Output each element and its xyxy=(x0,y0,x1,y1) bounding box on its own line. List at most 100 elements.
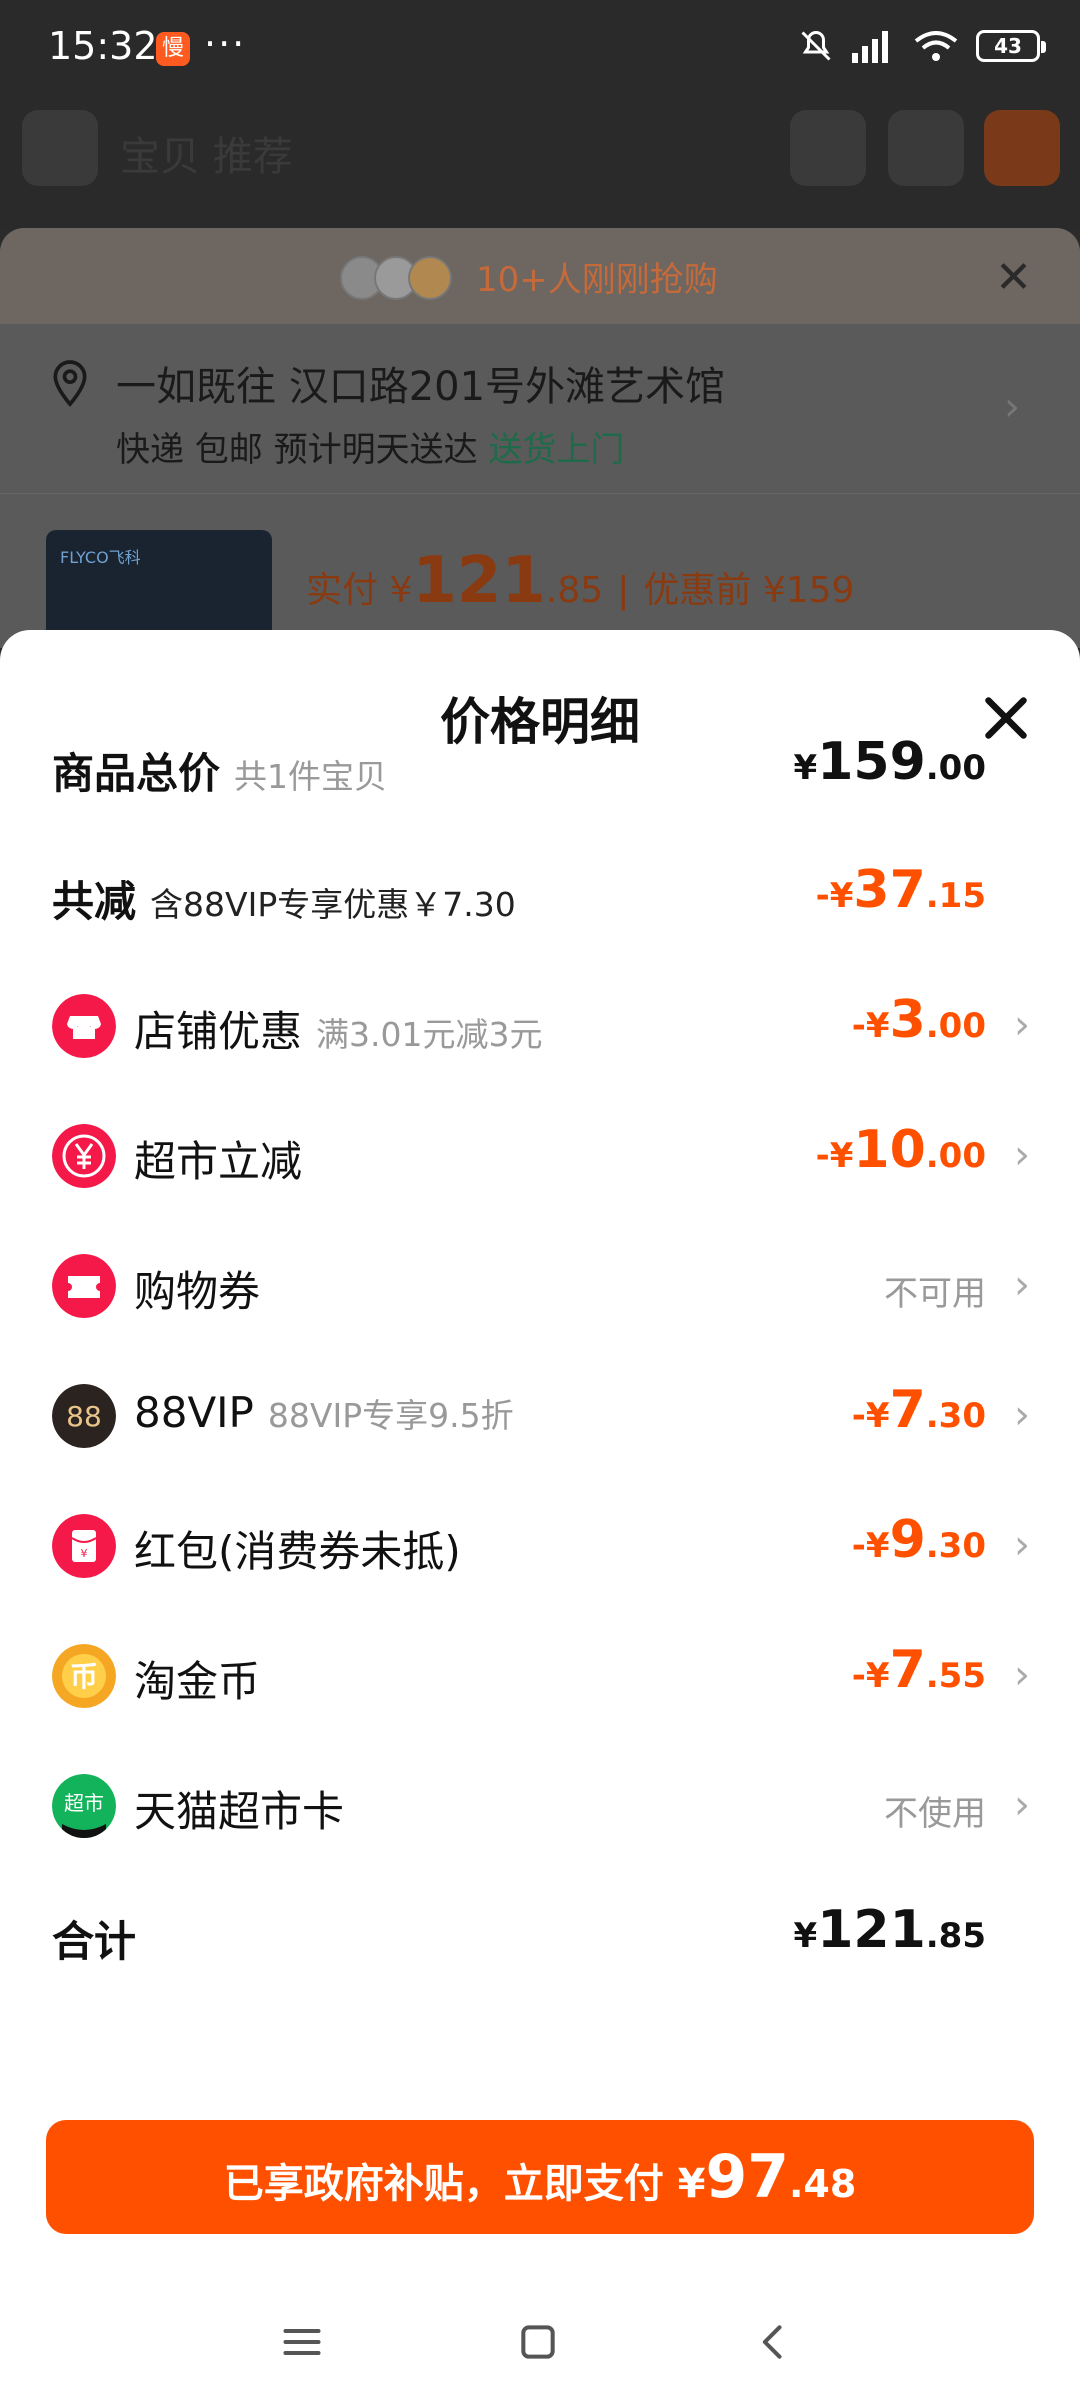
shopping-coupon-row[interactable]: 购物券 不可用 › xyxy=(0,1240,1080,1330)
svg-text:88: 88 xyxy=(66,1400,102,1433)
value-int: 159 xyxy=(817,732,926,792)
currency: -¥ xyxy=(851,1526,890,1566)
pay-amount-int: 97 xyxy=(705,2142,789,2212)
red-packet-row[interactable]: ¥ 红包(消费券未抵) -¥9.30 › xyxy=(0,1500,1080,1590)
row-value: -¥9.30 xyxy=(852,1510,986,1570)
address-section[interactable]: 一如既往 汉口路201号外滩艺术馆 快递 包邮 预计明天送达 送货上门 › xyxy=(0,324,1080,494)
delivery-highlight: 送货上门 xyxy=(488,430,625,470)
pay-button-text: 已享政府补贴，立即支付 ¥ xyxy=(223,2161,706,2207)
row-label: 88VIP 88VIP专享9.5折 xyxy=(134,1388,514,1437)
row-label-text: 共减 xyxy=(52,877,137,926)
row-label-text: 淘金币 xyxy=(134,1657,261,1706)
row-label-text: 购物券 xyxy=(134,1267,261,1316)
location-pin-icon xyxy=(53,360,87,407)
coin-icon: 币 xyxy=(52,1644,116,1708)
row-sub: 含88VIP专享优惠￥7.30 xyxy=(150,885,516,924)
row-status: 不可用 xyxy=(884,1274,986,1314)
ticket-icon xyxy=(52,1254,116,1318)
value-int: 9 xyxy=(889,1510,926,1570)
tmall-supermarket-icon: 超市 xyxy=(52,1774,116,1838)
price-detail-sheet: 价格明细 商品总价 共1件宝贝 ¥159.00 共减 含88VIP专享优惠￥7.30… xyxy=(0,630,1080,2400)
row-label-text: 合计 xyxy=(52,1917,137,1966)
pay-amount-dec: .48 xyxy=(788,2162,857,2206)
row-label: 红包(消费券未抵) xyxy=(134,1518,461,1579)
row-label: 共减 含88VIP专享优惠￥7.30 xyxy=(52,868,516,929)
value-dec: .85 xyxy=(925,1916,986,1956)
total-discount-row: 共减 含88VIP专享优惠￥7.30 -¥37.15 xyxy=(0,850,1080,940)
cart-button[interactable] xyxy=(888,110,964,186)
more-notifications-icon: ··· xyxy=(204,22,247,66)
app-notification-icon: 慢 xyxy=(156,32,190,66)
row-label-text: 天猫超市卡 xyxy=(134,1787,345,1836)
chevron-right-icon: › xyxy=(1014,1522,1030,1568)
row-label: 商品总价 共1件宝贝 xyxy=(52,740,387,801)
chevron-right-icon: › xyxy=(1014,1132,1030,1178)
delivery-info: 快递 包邮 预计明天送达 送货上门 xyxy=(116,422,624,471)
row-sub: 满3.01元减3元 xyxy=(316,1015,543,1054)
back-icon[interactable] xyxy=(752,2320,796,2364)
product-header: 宝贝 推荐 xyxy=(0,100,1080,230)
row-sub: 共1件宝贝 xyxy=(234,757,388,796)
value-dec: .00 xyxy=(925,1006,986,1046)
value-dec: .30 xyxy=(925,1396,986,1436)
menu-icon[interactable] xyxy=(280,2320,324,2364)
svg-text:¥: ¥ xyxy=(81,1547,88,1560)
grand-total-row: 合计 ¥121.85 xyxy=(0,1890,1080,1980)
price-prefix: 实付 ¥ xyxy=(306,570,413,611)
price-before: 优惠前 ¥159 xyxy=(643,570,855,611)
value-dec: .00 xyxy=(925,1136,986,1176)
chevron-right-icon: › xyxy=(1014,1782,1030,1828)
currency: -¥ xyxy=(851,1006,890,1046)
svg-text:币: 币 xyxy=(70,1660,98,1693)
currency: -¥ xyxy=(815,1136,854,1176)
red-packet-icon: ¥ xyxy=(52,1514,116,1578)
status-time: 15:32 xyxy=(48,24,158,68)
row-label: 店铺优惠 满3.01元减3元 xyxy=(134,998,543,1059)
mute-icon xyxy=(801,30,831,61)
row-label-text: 88VIP xyxy=(134,1388,254,1437)
buyers-banner: 10+人刚刚抢购 ✕ xyxy=(0,228,1080,324)
row-label: 超市立减 xyxy=(134,1128,302,1189)
vip88-row[interactable]: 88 88VIP 88VIP专享9.5折 -¥7.30 › xyxy=(0,1370,1080,1460)
currency: -¥ xyxy=(851,1396,890,1436)
header-tabs: 宝贝 推荐 xyxy=(120,134,293,180)
store-discount-row[interactable]: 店铺优惠 满3.01元减3元 -¥3.00 › xyxy=(0,980,1080,1070)
currency: -¥ xyxy=(815,876,854,916)
value-dec: .00 xyxy=(925,748,986,788)
order-sheet-background: 10+人刚刚抢购 ✕ 一如既往 汉口路201号外滩艺术馆 快递 包邮 预计明天送… xyxy=(0,228,1080,648)
value-dec: .30 xyxy=(925,1526,986,1566)
back-button[interactable] xyxy=(22,110,98,186)
price-int: 121 xyxy=(412,544,546,618)
row-value: -¥7.30 xyxy=(852,1380,986,1440)
currency: ¥ xyxy=(793,1916,818,1956)
row-sub: 88VIP专享9.5折 xyxy=(267,1396,514,1435)
chevron-right-icon: › xyxy=(1014,1262,1030,1308)
address-text: 一如既往 汉口路201号外滩艺术馆 xyxy=(116,364,726,410)
taojinbi-row[interactable]: 币 淘金币 -¥7.55 › xyxy=(0,1630,1080,1720)
row-label-text: 超市立减 xyxy=(134,1137,303,1186)
share-button[interactable] xyxy=(790,110,866,186)
value-dec: .55 xyxy=(925,1656,986,1696)
home-icon[interactable] xyxy=(516,2320,560,2364)
row-label-text: 红包(消费券未抵) xyxy=(134,1527,461,1576)
row-value: ¥121.85 xyxy=(794,1900,986,1960)
chevron-right-icon: › xyxy=(1014,1652,1030,1698)
row-value: -¥7.55 xyxy=(852,1640,986,1700)
row-label-text: 商品总价 xyxy=(52,749,221,798)
message-button[interactable] xyxy=(984,110,1060,186)
pay-now-button[interactable]: 已享政府补贴，立即支付 ¥97.48 xyxy=(46,2120,1034,2234)
close-icon[interactable]: ✕ xyxy=(995,252,1032,303)
row-value: -¥37.15 xyxy=(816,860,986,920)
value-int: 10 xyxy=(853,1120,926,1180)
row-value: ¥159.00 xyxy=(794,732,986,792)
currency: -¥ xyxy=(851,1656,890,1696)
status-bar: 15:32 慢 ··· 43 xyxy=(0,0,1080,100)
supermarket-discount-row[interactable]: 超市立减 -¥10.00 › xyxy=(0,1110,1080,1200)
value-int: 121 xyxy=(817,1900,926,1960)
delivery-text: 快递 包邮 预计明天送达 xyxy=(116,430,478,470)
yuan-icon xyxy=(52,1124,116,1188)
buyer-avatars xyxy=(340,256,452,300)
chevron-right-icon: › xyxy=(1014,1002,1030,1048)
value-int: 7 xyxy=(889,1380,926,1440)
tmall-card-row[interactable]: 超市 天猫超市卡 不使用 › xyxy=(0,1760,1080,1850)
